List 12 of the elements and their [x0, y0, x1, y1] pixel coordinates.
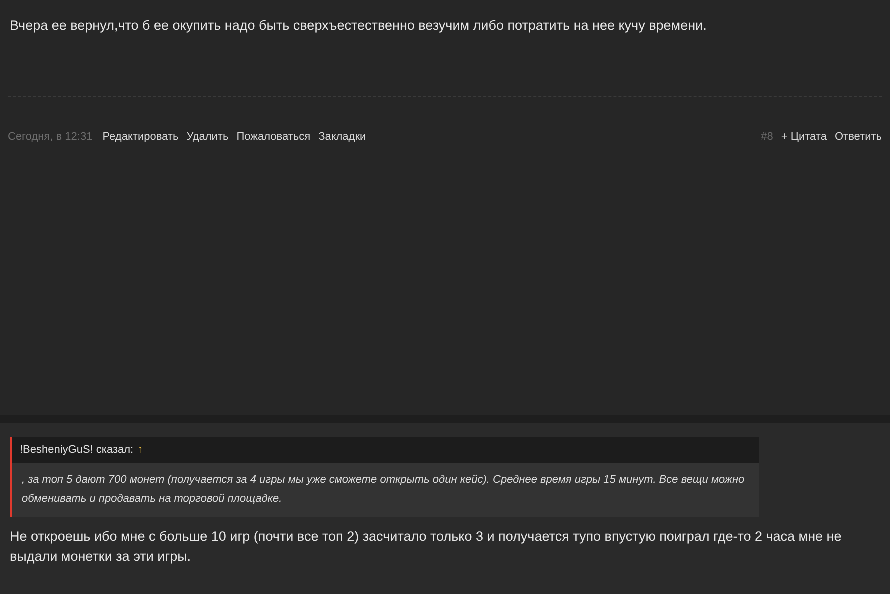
post-action-link[interactable]: Удалить [186, 131, 229, 143]
post-action-link[interactable]: Закладки [318, 131, 366, 143]
post-action-link[interactable]: + Цитата [781, 131, 827, 143]
post-text: Вчера ее вернул,что б ее окупить надо быть сверхъестественно везучим либо потратить на нее кучу времени. [9, 17, 708, 35]
post-action-link[interactable]: Ответить [834, 131, 882, 143]
post-text: Не откроешь ибо мне с больше 10 игр (почти все топ 2) засчитало только 3 и получается тупо впустую поиграл где-то 2 часа мне не выдали монетки за эти игры. [9, 528, 843, 566]
quote-author: !BesheniyGuS! сказал: [20, 444, 134, 456]
post-action-link[interactable]: Редактировать [102, 131, 179, 143]
quote-text: , за топ 5 дают 700 монет (получается за 4 игры мы уже сможете открыть один кейс). Среднее время игры 15 минут. Все вещи можно обменивать и продавать на торговой площадке. [12, 463, 759, 517]
post-action-link[interactable]: Пожаловаться [236, 131, 311, 143]
post-time: Сегодня, в 12:31 [8, 131, 93, 143]
quote-link[interactable]: ↑ [138, 444, 144, 456]
